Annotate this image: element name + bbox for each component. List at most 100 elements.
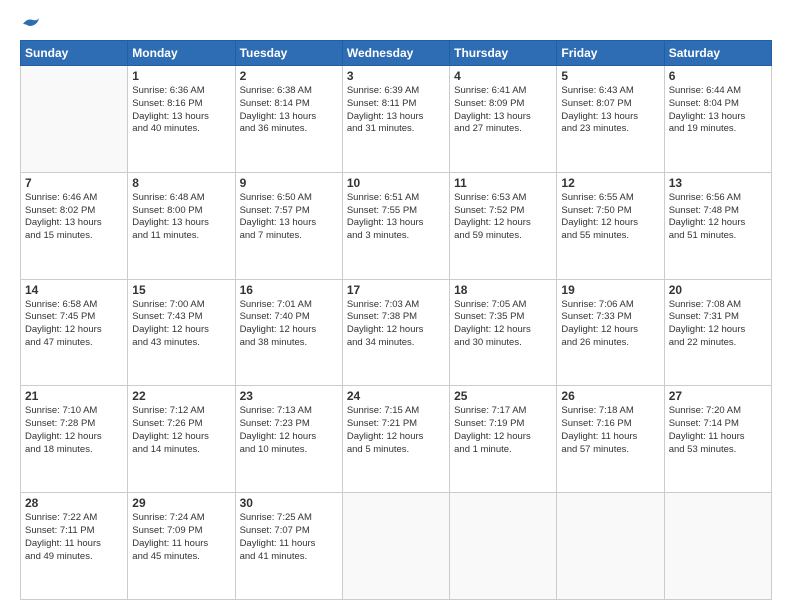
day-number: 11 [454, 176, 552, 190]
cell-info: Sunrise: 6:41 AMSunset: 8:09 PMDaylight:… [454, 85, 552, 136]
cell-info: Sunrise: 7:10 AMSunset: 7:28 PMDaylight:… [25, 405, 123, 456]
cell-info: Sunrise: 6:58 AMSunset: 7:45 PMDaylight:… [25, 299, 123, 350]
cell-info: Sunrise: 7:08 AMSunset: 7:31 PMDaylight:… [669, 299, 767, 350]
day-number: 19 [561, 283, 659, 297]
weekday-header-saturday: Saturday [664, 41, 771, 66]
day-number: 3 [347, 69, 445, 83]
calendar-cell [21, 66, 128, 173]
cell-info: Sunrise: 7:24 AMSunset: 7:09 PMDaylight:… [132, 512, 230, 563]
cell-info: Sunrise: 6:46 AMSunset: 8:02 PMDaylight:… [25, 192, 123, 243]
calendar-cell: 16 Sunrise: 7:01 AMSunset: 7:40 PMDayligh… [235, 279, 342, 386]
cell-info: Sunrise: 6:51 AMSunset: 7:55 PMDaylight:… [347, 192, 445, 243]
cell-info: Sunrise: 7:25 AMSunset: 7:07 PMDaylight:… [240, 512, 338, 563]
day-number: 15 [132, 283, 230, 297]
day-number: 13 [669, 176, 767, 190]
calendar-cell: 9Sunrise: 6:50 AMSunset: 7:57 PMDaylight… [235, 172, 342, 279]
cell-info: Sunrise: 7:03 AMSunset: 7:38 PMDaylight:… [347, 299, 445, 350]
calendar-cell: 26 Sunrise: 7:18 AMSunset: 7:16 PMDayligh… [557, 386, 664, 493]
weekday-header-monday: Monday [128, 41, 235, 66]
calendar-cell: 30Sunrise: 7:25 AMSunset: 7:07 PMDayligh… [235, 493, 342, 600]
calendar-cell: 17 Sunrise: 7:03 AMSunset: 7:38 PMDayligh… [342, 279, 449, 386]
day-number: 14 [25, 283, 123, 297]
day-number: 7 [25, 176, 123, 190]
calendar-cell: 6 Sunrise: 6:44 AMSunset: 8:04 PMDaylight… [664, 66, 771, 173]
calendar-cell [342, 493, 449, 600]
day-number: 26 [561, 389, 659, 403]
weekday-header-tuesday: Tuesday [235, 41, 342, 66]
calendar-cell: 21 Sunrise: 7:10 AMSunset: 7:28 PMDayligh… [21, 386, 128, 493]
calendar-cell: 19Sunrise: 7:06 AMSunset: 7:33 PMDayligh… [557, 279, 664, 386]
day-number: 21 [25, 389, 123, 403]
cell-info: Sunrise: 6:38 AMSunset: 8:14 PMDaylight:… [240, 85, 338, 136]
cell-info: Sunrise: 7:13 AMSunset: 7:23 PMDaylight:… [240, 405, 338, 456]
cell-info: Sunrise: 6:43 AMSunset: 8:07 PMDaylight:… [561, 85, 659, 136]
weekday-header-sunday: Sunday [21, 41, 128, 66]
calendar-cell: 10Sunrise: 6:51 AMSunset: 7:55 PMDayligh… [342, 172, 449, 279]
calendar-cell: 24Sunrise: 7:15 AMSunset: 7:21 PMDayligh… [342, 386, 449, 493]
weekday-header-thursday: Thursday [450, 41, 557, 66]
logo [20, 18, 41, 30]
cell-info: Sunrise: 7:15 AMSunset: 7:21 PMDaylight:… [347, 405, 445, 456]
cell-info: Sunrise: 6:53 AMSunset: 7:52 PMDaylight:… [454, 192, 552, 243]
calendar-cell: 18Sunrise: 7:05 AMSunset: 7:35 PMDayligh… [450, 279, 557, 386]
week-row-1: 1 Sunrise: 6:36 AMSunset: 8:16 PMDaylight… [21, 66, 772, 173]
cell-info: Sunrise: 6:50 AMSunset: 7:57 PMDaylight:… [240, 192, 338, 243]
calendar-cell: 13 Sunrise: 6:56 AMSunset: 7:48 PMDayligh… [664, 172, 771, 279]
weekday-header-row: SundayMondayTuesdayWednesdayThursdayFrid… [21, 41, 772, 66]
calendar-cell: 12Sunrise: 6:55 AMSunset: 7:50 PMDayligh… [557, 172, 664, 279]
cell-info: Sunrise: 7:22 AMSunset: 7:11 PMDaylight:… [25, 512, 123, 563]
week-row-5: 28 Sunrise: 7:22 AMSunset: 7:11 PMDayligh… [21, 493, 772, 600]
cell-info: Sunrise: 7:12 AMSunset: 7:26 PMDaylight:… [132, 405, 230, 456]
calendar-cell: 11 Sunrise: 6:53 AMSunset: 7:52 PMDayligh… [450, 172, 557, 279]
weekday-header-friday: Friday [557, 41, 664, 66]
day-number: 20 [669, 283, 767, 297]
calendar-cell: 1 Sunrise: 6:36 AMSunset: 8:16 PMDaylight… [128, 66, 235, 173]
cell-info: Sunrise: 6:55 AMSunset: 7:50 PMDaylight:… [561, 192, 659, 243]
day-number: 25 [454, 389, 552, 403]
cell-info: Sunrise: 7:01 AMSunset: 7:40 PMDaylight:… [240, 299, 338, 350]
day-number: 17 [347, 283, 445, 297]
calendar-cell: 28 Sunrise: 7:22 AMSunset: 7:11 PMDayligh… [21, 493, 128, 600]
day-number: 8 [132, 176, 230, 190]
page: SundayMondayTuesdayWednesdayThursdayFrid… [0, 0, 792, 612]
calendar-cell: 7 Sunrise: 6:46 AMSunset: 8:02 PMDaylight… [21, 172, 128, 279]
day-number: 6 [669, 69, 767, 83]
day-number: 4 [454, 69, 552, 83]
day-number: 28 [25, 496, 123, 510]
day-number: 29 [132, 496, 230, 510]
day-number: 5 [561, 69, 659, 83]
week-row-3: 14 Sunrise: 6:58 AMSunset: 7:45 PMDayligh… [21, 279, 772, 386]
calendar-cell: 15 Sunrise: 7:00 AMSunset: 7:43 PMDayligh… [128, 279, 235, 386]
calendar-table: SundayMondayTuesdayWednesdayThursdayFrid… [20, 40, 772, 600]
calendar-cell: 27Sunrise: 7:20 AMSunset: 7:14 PMDayligh… [664, 386, 771, 493]
day-number: 16 [240, 283, 338, 297]
calendar-cell: 22Sunrise: 7:12 AMSunset: 7:26 PMDayligh… [128, 386, 235, 493]
calendar-cell: 29 Sunrise: 7:24 AMSunset: 7:09 PMDayligh… [128, 493, 235, 600]
calendar-cell: 23Sunrise: 7:13 AMSunset: 7:23 PMDayligh… [235, 386, 342, 493]
cell-info: Sunrise: 6:39 AMSunset: 8:11 PMDaylight:… [347, 85, 445, 136]
calendar-cell: 8 Sunrise: 6:48 AMSunset: 8:00 PMDaylight… [128, 172, 235, 279]
cell-info: Sunrise: 7:17 AMSunset: 7:19 PMDaylight:… [454, 405, 552, 456]
cell-info: Sunrise: 6:48 AMSunset: 8:00 PMDaylight:… [132, 192, 230, 243]
calendar-cell: 3 Sunrise: 6:39 AMSunset: 8:11 PMDaylight… [342, 66, 449, 173]
cell-info: Sunrise: 7:00 AMSunset: 7:43 PMDaylight:… [132, 299, 230, 350]
logo-bird-icon [21, 16, 41, 32]
day-number: 1 [132, 69, 230, 83]
cell-info: Sunrise: 6:36 AMSunset: 8:16 PMDaylight:… [132, 85, 230, 136]
calendar-cell: 2 Sunrise: 6:38 AMSunset: 8:14 PMDaylight… [235, 66, 342, 173]
week-row-2: 7 Sunrise: 6:46 AMSunset: 8:02 PMDaylight… [21, 172, 772, 279]
cell-info: Sunrise: 7:05 AMSunset: 7:35 PMDaylight:… [454, 299, 552, 350]
week-row-4: 21 Sunrise: 7:10 AMSunset: 7:28 PMDayligh… [21, 386, 772, 493]
calendar-cell: 25 Sunrise: 7:17 AMSunset: 7:19 PMDayligh… [450, 386, 557, 493]
calendar-cell [450, 493, 557, 600]
calendar-cell [664, 493, 771, 600]
calendar-cell [557, 493, 664, 600]
calendar-cell: 4 Sunrise: 6:41 AMSunset: 8:09 PMDaylight… [450, 66, 557, 173]
day-number: 2 [240, 69, 338, 83]
cell-info: Sunrise: 7:18 AMSunset: 7:16 PMDaylight:… [561, 405, 659, 456]
cell-info: Sunrise: 6:44 AMSunset: 8:04 PMDaylight:… [669, 85, 767, 136]
cell-info: Sunrise: 6:56 AMSunset: 7:48 PMDaylight:… [669, 192, 767, 243]
header [20, 18, 772, 30]
weekday-header-wednesday: Wednesday [342, 41, 449, 66]
calendar-cell: 14 Sunrise: 6:58 AMSunset: 7:45 PMDayligh… [21, 279, 128, 386]
